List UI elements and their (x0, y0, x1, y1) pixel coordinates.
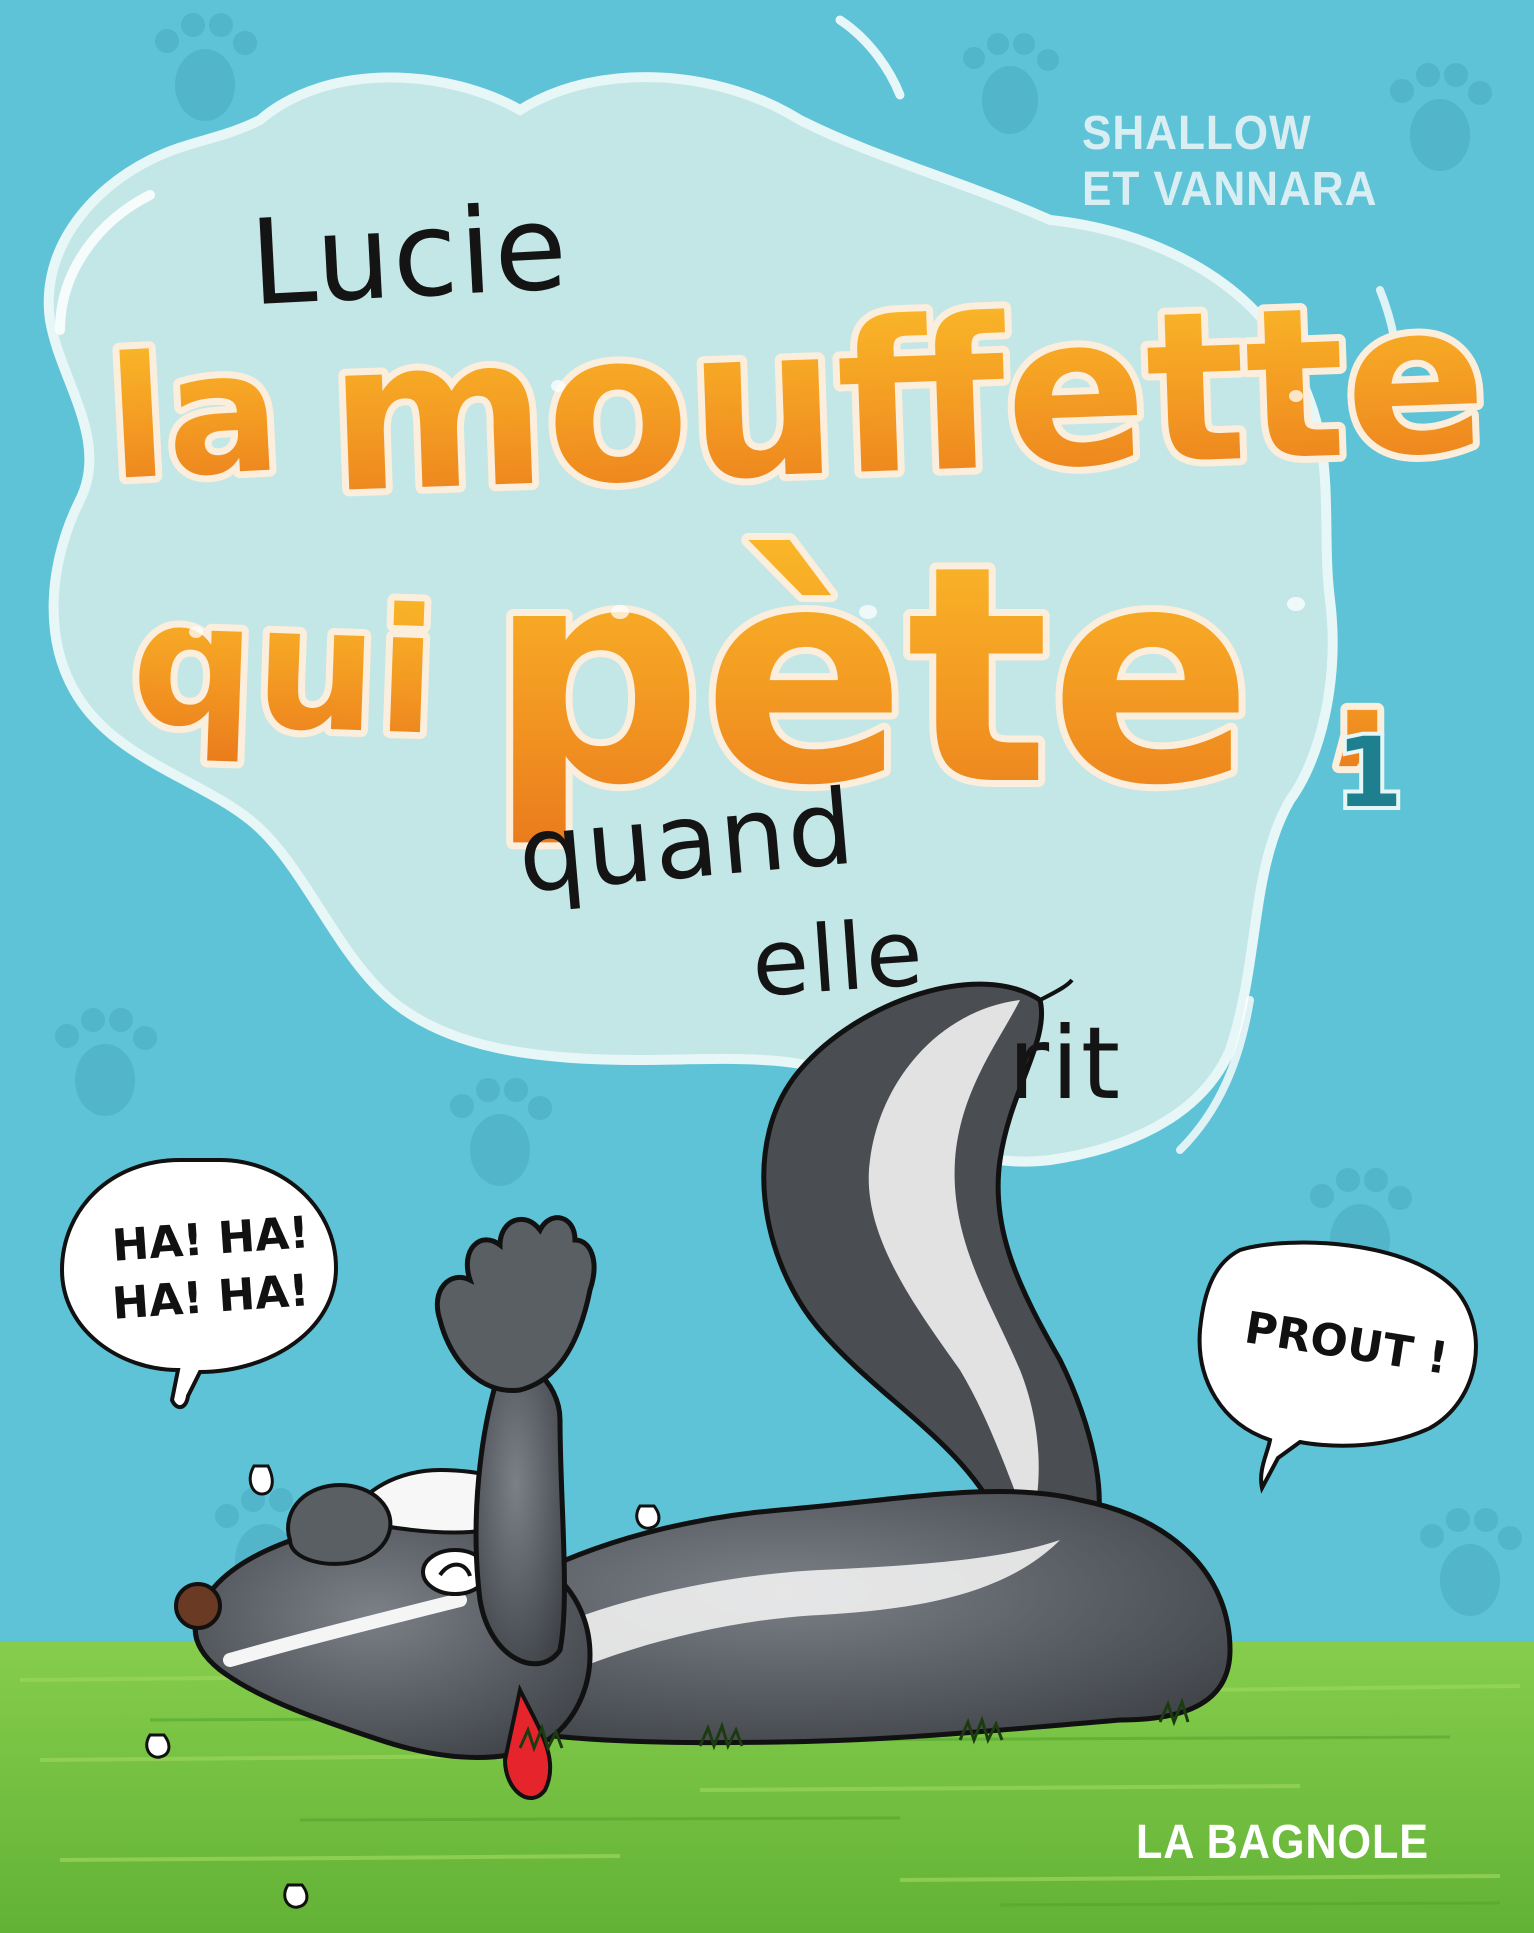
skunk-nose (174, 1582, 222, 1630)
title-la: la (104, 313, 285, 518)
skunk-paw-on-head (286, 1483, 393, 1566)
title-lucie: Lucie (246, 177, 573, 333)
title-rit: rit (1008, 1005, 1123, 1122)
author-line-2: ET VANNARA (1082, 163, 1378, 216)
title-qui: qui (129, 562, 440, 774)
author-line-1: SHALLOW (1082, 107, 1312, 160)
title-volume-number: 1 (1336, 717, 1403, 829)
author-names: SHALLOW ET VANNARA (1082, 106, 1386, 218)
publisher-name: LA BAGNOLE (1136, 1816, 1429, 1869)
book-cover: la mouffette qui pète , 1 SHALLOW ET VAN… (0, 0, 1534, 1933)
title-elle: elle (748, 899, 928, 1018)
skunk-arm (473, 1361, 567, 1667)
